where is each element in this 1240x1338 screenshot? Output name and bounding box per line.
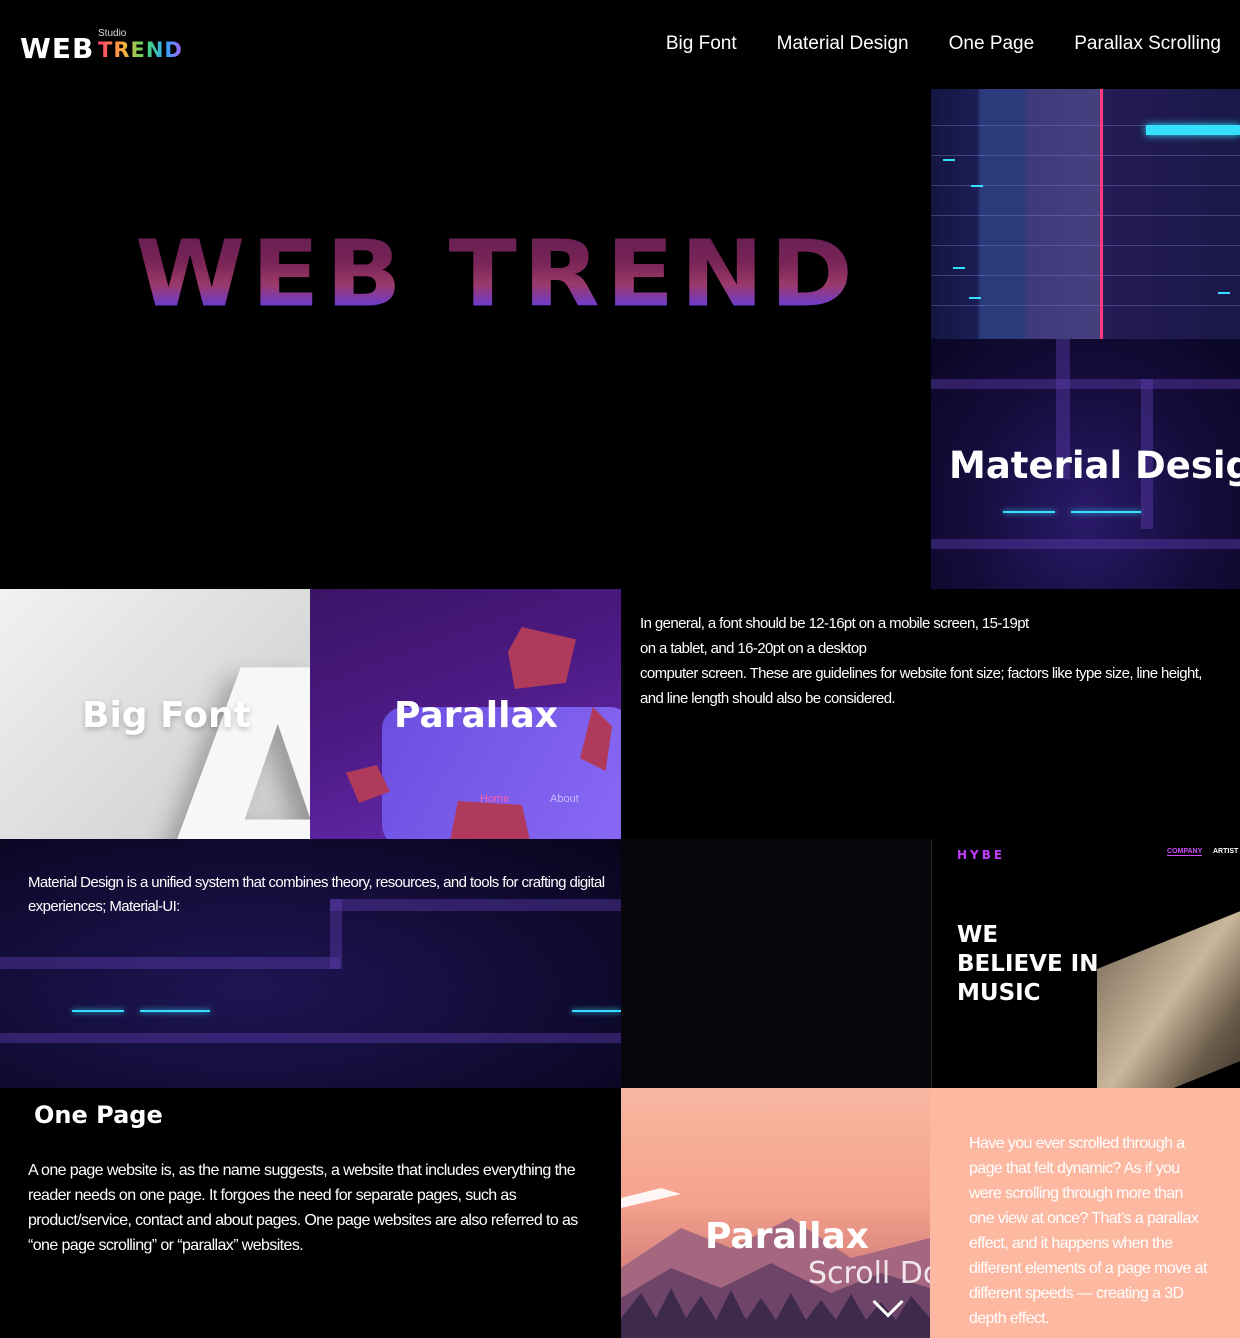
floating-rock — [508, 627, 576, 689]
empty-dark-tile — [621, 839, 931, 1088]
headline-line: MUSIC — [957, 980, 1041, 1006]
pipe — [0, 1033, 621, 1043]
material-design-paragraph: Material Design is a unified system that… — [28, 874, 605, 915]
pink-laser — [1100, 89, 1103, 339]
material-design-tile[interactable]: Material Design — [931, 339, 1240, 589]
hero-title: WEB TREND — [135, 220, 859, 328]
hybe-logo: HYBE — [957, 848, 1006, 862]
grid-line — [931, 275, 1240, 276]
cyan-dash — [969, 297, 981, 299]
cyan-dash — [953, 267, 965, 269]
paragraph-line: on a tablet, and 16-20pt on a desktop — [640, 640, 867, 657]
grid-line — [931, 155, 1240, 156]
hybe-nav-company: COMPANY — [1167, 848, 1203, 856]
grid-line — [931, 305, 1240, 306]
cyan-segment — [572, 1010, 621, 1012]
font-size-paragraph: In general, a font should be 12-16pt on … — [640, 611, 1220, 711]
cyan-segment — [72, 1010, 124, 1012]
cyan-dash — [943, 159, 955, 161]
parallax-paragraph: Have you ever scrolled through a page th… — [969, 1135, 1207, 1327]
parallax-tile[interactable]: Home About Parallax — [310, 589, 621, 839]
parallax-tab-home: Home — [480, 793, 510, 805]
big-font-label: Big Font — [82, 695, 251, 736]
nav-link-big-font[interactable]: Big Font — [666, 33, 737, 55]
floating-rock — [450, 801, 530, 839]
site-header: WEB Studio TREND Big Font Material Desig… — [0, 0, 1240, 89]
parallax-scroll-tile[interactable]: Parallax Scroll Do — [621, 1088, 930, 1338]
nav-link-parallax-scrolling[interactable]: Parallax Scrolling — [1074, 33, 1221, 55]
cyan-segment — [1003, 511, 1055, 513]
grid-line — [931, 245, 1240, 246]
cyan-dash — [1218, 292, 1230, 294]
paragraph-line: computer screen. These are guidelines fo… — [640, 665, 1202, 707]
nav-link-one-page[interactable]: One Page — [949, 33, 1035, 55]
artist-photo — [1097, 892, 1240, 1088]
paragraph-line: In general, a font should be 12-16pt on … — [640, 615, 1029, 632]
scroll-down-text: Scroll Do — [808, 1256, 930, 1291]
hybe-site-preview[interactable]: HYBE COMPANY ARTIST WE BELIEVE IN MUSIC — [931, 839, 1240, 1088]
one-page-paragraph: A one page website is, as the name sugge… — [28, 1162, 578, 1254]
pipe — [931, 539, 1240, 549]
hybe-headline: WE BELIEVE IN MUSIC — [957, 921, 1099, 1008]
headline-line: WE — [957, 922, 999, 948]
pipe — [931, 379, 1240, 389]
cyan-platform — [1146, 125, 1240, 135]
logo-accent-text: TREND — [98, 38, 183, 62]
headline-line: BELIEVE IN — [957, 951, 1099, 977]
grid-line — [931, 215, 1240, 216]
parallax-label: Parallax — [394, 695, 558, 736]
big-font-tile[interactable]: A Big Font — [0, 589, 310, 839]
parallax-text-tile: Have you ever scrolled through a page th… — [930, 1088, 1240, 1338]
pipe — [0, 957, 340, 969]
logo-main-text: WEB — [20, 32, 95, 65]
parallax-tab-about: About — [550, 793, 579, 805]
cyan-segment — [1071, 511, 1141, 513]
main-nav: Big Font Material Design One Page Parall… — [666, 33, 1221, 55]
parallax-scroll-label: Parallax — [705, 1216, 869, 1257]
one-page-title: One Page — [34, 1101, 163, 1129]
nav-link-material-design[interactable]: Material Design — [777, 33, 909, 55]
cyan-segment — [140, 1010, 210, 1012]
material-design-label: Material Design — [949, 444, 1240, 487]
game-preview-tile — [931, 89, 1240, 339]
cyan-dash — [971, 185, 983, 187]
hybe-nav-artist: ARTIST — [1213, 848, 1239, 855]
